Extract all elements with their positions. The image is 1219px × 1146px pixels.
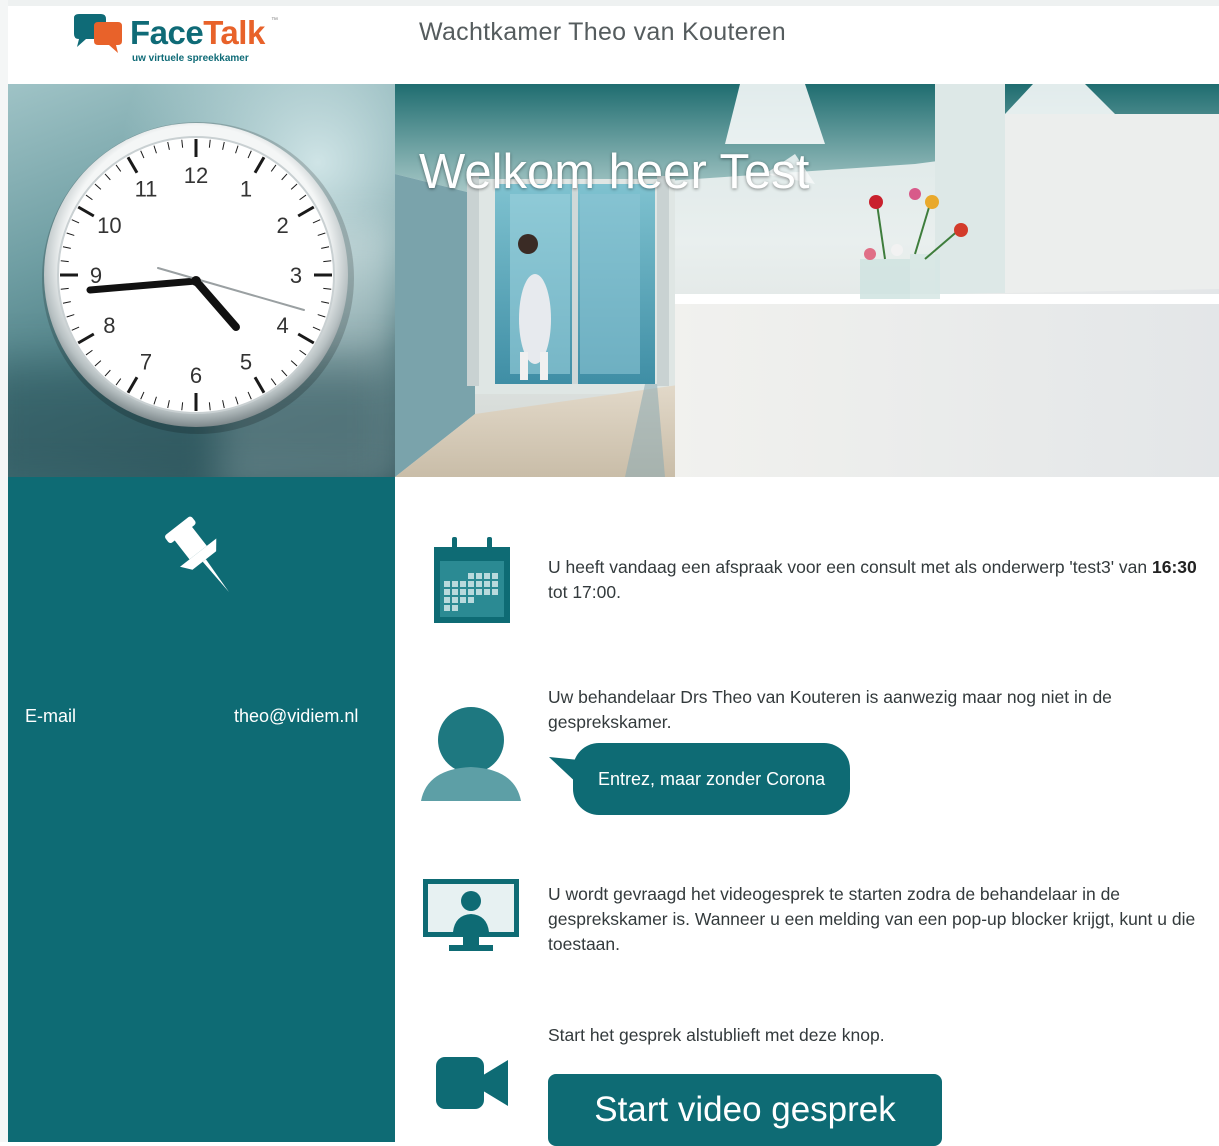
- facetalk-logo: FaceTalk ™ uw virtuele spreekkamer: [52, 8, 394, 84]
- clock-numeral: 2: [276, 213, 288, 238]
- clock-numeral: 1: [240, 176, 252, 201]
- pushpin-icon: [165, 516, 229, 593]
- trademark-symbol: ™: [271, 17, 278, 24]
- practitioner-info-panel: E-mail theo@vidiem.nl: [8, 477, 395, 1142]
- video-camera-icon: [436, 1057, 508, 1109]
- clock-numeral: 5: [240, 350, 252, 375]
- clock-numeral: 8: [103, 313, 115, 338]
- wall-clock: 121234567891011: [42, 122, 354, 434]
- appointment-text-start: U heeft vandaag een afspraak voor een co…: [548, 557, 1152, 577]
- appointment-text-end: tot 17:00.: [548, 582, 621, 602]
- clock-numeral: 6: [190, 363, 202, 388]
- brand-name: FaceTalk: [130, 14, 265, 52]
- speech-bubbles-logo-icon: [74, 14, 122, 53]
- email-value[interactable]: theo@vidiem.nl: [234, 706, 358, 727]
- appointment-start-time: 16:30: [1152, 557, 1197, 577]
- top-rule: [0, 0, 1219, 6]
- person-icon: [421, 707, 521, 801]
- practitioner-status-text: Uw behandelaar Drs Theo van Kouteren is …: [548, 687, 1112, 732]
- calendar-icon: [434, 537, 510, 623]
- welcome-heading: Welkom heer Test: [419, 144, 810, 199]
- clock-numeral: 12: [184, 163, 208, 188]
- appointment-text: U heeft vandaag een afspraak voor een co…: [548, 555, 1198, 605]
- brand-name-talk: Talk: [203, 14, 265, 51]
- start-instruction-text: Start het gesprek alstublieft met deze k…: [548, 1025, 885, 1045]
- clock-numeral: 11: [135, 176, 158, 201]
- monitor-user-icon: [423, 879, 519, 951]
- video-instruction-text: U wordt gevraagd het videogesprek te sta…: [548, 884, 1196, 954]
- clock-numeral: 9: [90, 263, 102, 288]
- brand-tagline: uw virtuele spreekkamer: [132, 53, 249, 64]
- brand-name-face: Face: [130, 14, 204, 51]
- start-video-call-button[interactable]: Start video gesprek: [548, 1074, 942, 1146]
- clock-numeral: 3: [290, 263, 302, 288]
- clock-numeral: 7: [140, 350, 152, 375]
- waiting-room-title: Wachtkamer Theo van Kouteren: [419, 18, 786, 46]
- clock-panel: 12 1 2 3 4 5 6 7 8 9 10 11: [8, 84, 395, 477]
- hero-banner: Welkom heer Test: [395, 84, 1219, 477]
- practitioner-message-bubble: Entrez, maar zonder Corona: [573, 743, 851, 815]
- clock-numeral: 10: [97, 213, 121, 238]
- email-label: E-mail: [25, 706, 77, 726]
- clock-numeral: 4: [276, 313, 288, 338]
- left-edge: [0, 0, 8, 1142]
